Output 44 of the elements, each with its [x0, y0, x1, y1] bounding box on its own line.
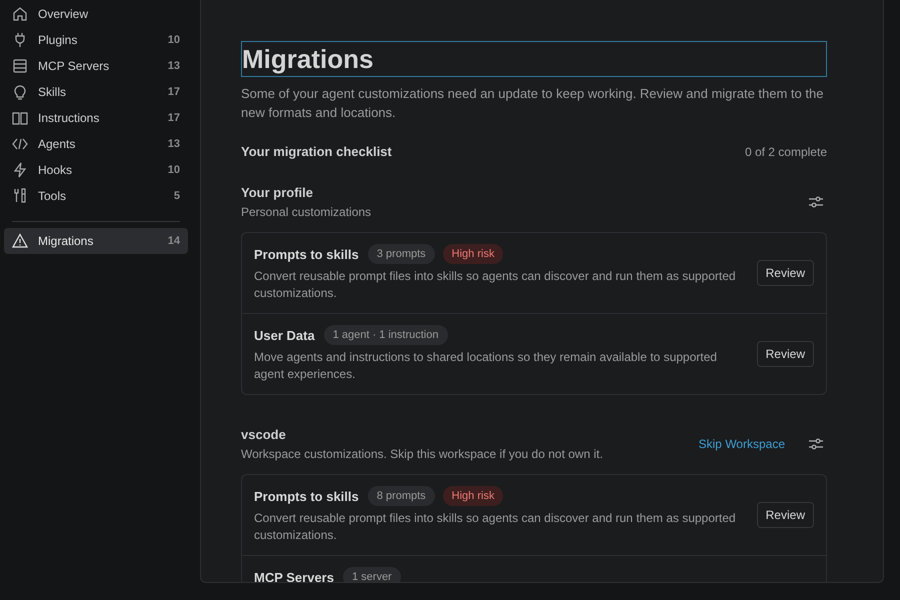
migration-title: User Data — [254, 328, 315, 342]
sidebar-item[interactable]: Migrations 14 — [4, 228, 188, 254]
lightbulb-icon — [12, 84, 28, 100]
migration-title: MCP Servers — [254, 570, 334, 582]
review-button[interactable]: Review — [756, 341, 814, 367]
sidebar-item[interactable]: Plugins 10 — [4, 27, 188, 53]
migration-description: Convert reusable prompt files into skills so agents can discover and run them as supported customizations. — [254, 510, 737, 544]
count-badge: 1 server — [342, 567, 401, 582]
count-badge: 3 prompts — [368, 244, 435, 264]
migration-description: Move agents and instructions to shared locations so they remain available to supported agent experiences. — [254, 349, 718, 383]
section-title: Your profile — [241, 185, 314, 200]
sidebar-item[interactable]: Tools 5 — [4, 183, 188, 209]
section-subtitle: Personal customizations — [241, 205, 372, 219]
risk-badge: High risk — [442, 486, 504, 506]
sidebar-item[interactable]: Hooks 10 — [4, 157, 188, 183]
migration-title: Prompts to skills — [254, 488, 359, 504]
sidebar-item[interactable]: Overview — [4, 1, 188, 27]
code-icon — [12, 136, 28, 152]
migration-title: Prompts to skills — [254, 246, 359, 262]
book-icon — [12, 110, 28, 126]
server-icon — [12, 58, 28, 74]
risk-badge: High risk — [442, 244, 504, 264]
review-button[interactable]: Review — [756, 260, 814, 286]
sidebar-item[interactable]: Skills 17 — [4, 79, 188, 105]
section-subtitle: Workspace customizations. Skip this workspace if you do not own it. — [241, 447, 604, 461]
home-icon — [12, 6, 28, 22]
lightning-icon — [12, 162, 28, 178]
checklist-summary: 0 of 2 complete — [744, 144, 827, 158]
skip-workspace-link[interactable]: Skip Workspace — [698, 437, 785, 451]
sidebar-item[interactable]: Instructions 17 — [4, 105, 188, 131]
page-title: Migrations — [241, 41, 827, 77]
page-description: Some of your agent customizations need an update to keep working. Review and migrate them to the new formats and locations. — [241, 85, 824, 122]
count-badge: 8 prompts — [368, 486, 435, 506]
sidebar-item[interactable]: MCP Servers 13 — [4, 53, 188, 79]
warning-icon — [12, 233, 28, 249]
sidebar-item[interactable]: Agents 13 — [4, 131, 188, 157]
tools-icon — [12, 188, 28, 204]
count-badge: 1 agent · 1 instruction — [324, 325, 448, 345]
review-button[interactable]: Review — [756, 502, 814, 528]
section-title: vscode — [241, 427, 287, 442]
checklist-title: Your migration checklist — [241, 144, 392, 159]
settings-icon[interactable] — [809, 196, 823, 208]
migration-description: Convert reusable prompt files into skills so agents can discover and run them as supported customizations. — [254, 268, 737, 302]
settings-icon[interactable] — [809, 438, 823, 450]
